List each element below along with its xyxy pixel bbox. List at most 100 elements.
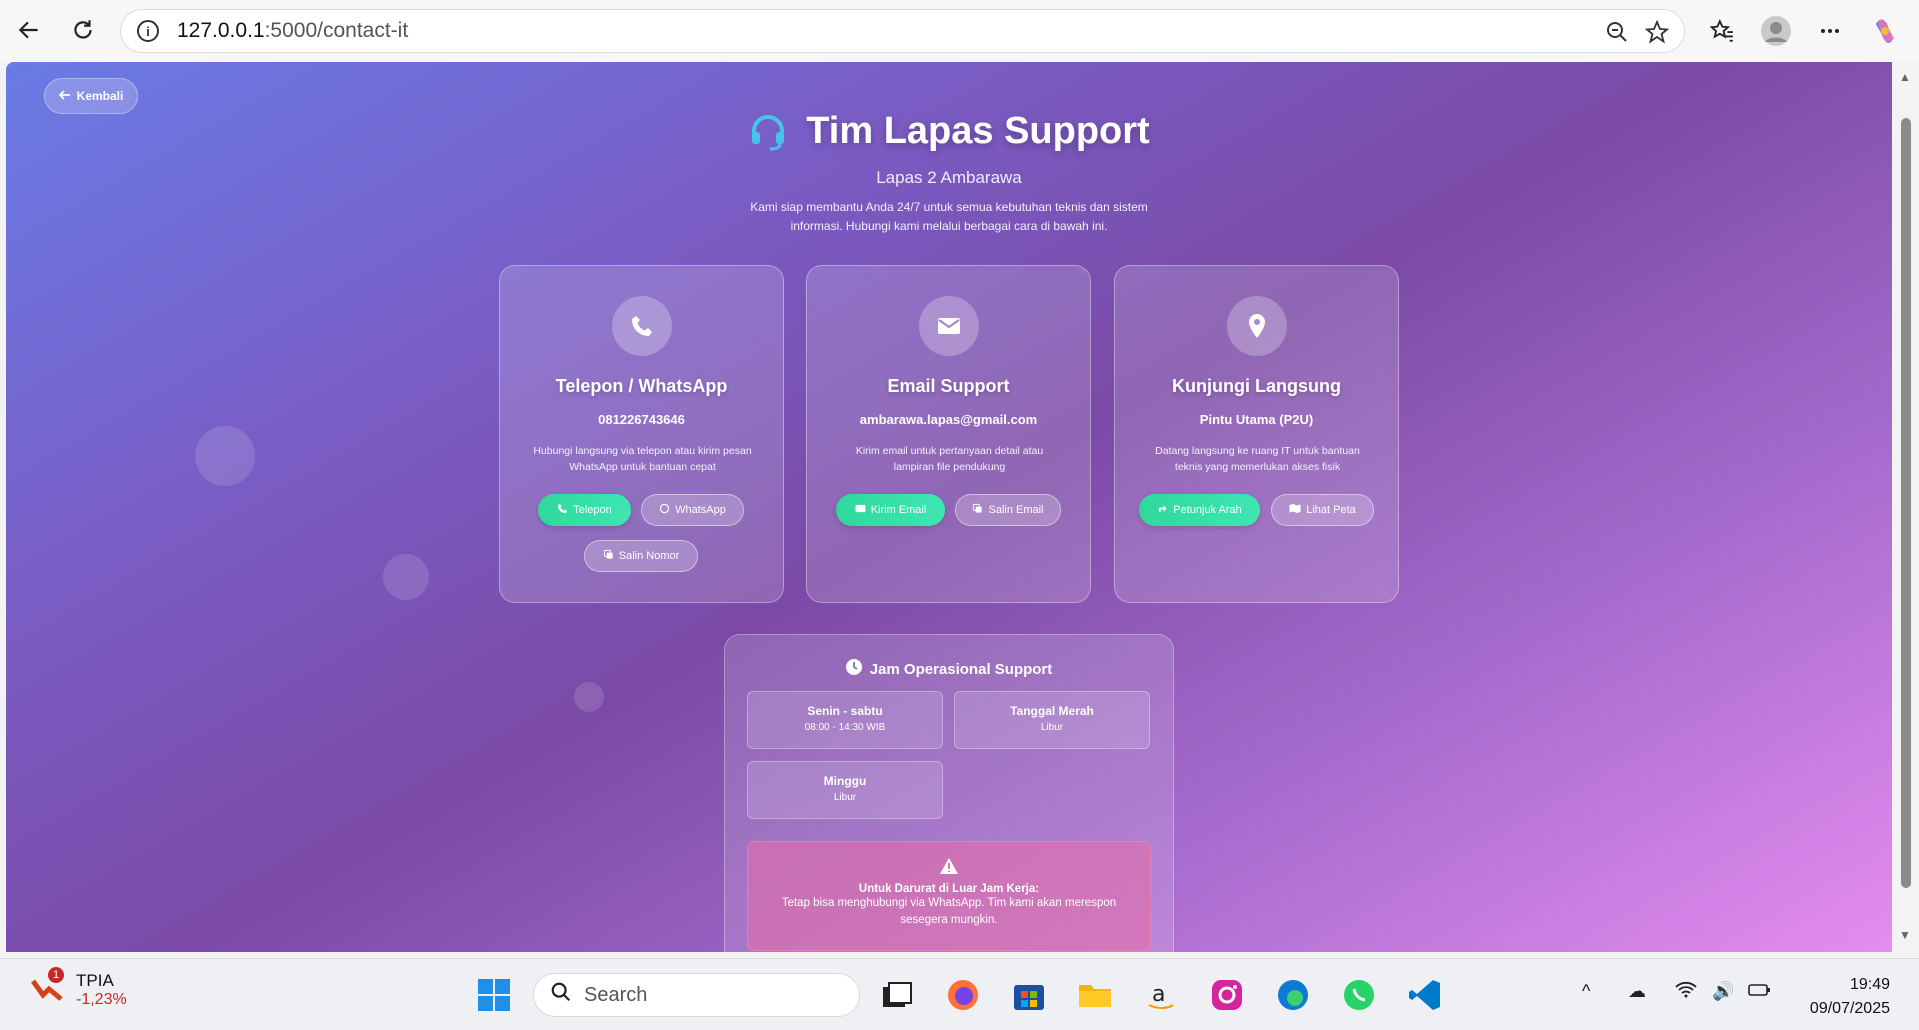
headset-icon: [748, 112, 788, 152]
hours-day: Tanggal Merah: [1010, 704, 1094, 718]
onedrive-icon[interactable]: ☁: [1628, 981, 1646, 1002]
card-title: Telepon / WhatsApp: [555, 376, 728, 396]
contact-card-visit: Kunjungi Langsung Pintu Utama (P2U) Data…: [1114, 265, 1399, 603]
page-scrollbar[interactable]: ▲ ▼: [1893, 62, 1919, 952]
decor-bubble: [574, 682, 604, 712]
hours-row: Minggu Libur: [747, 761, 943, 819]
view-map-button[interactable]: Lihat Peta: [1271, 494, 1374, 526]
zoom-out-icon[interactable]: [1605, 20, 1629, 44]
whatsapp-button[interactable]: WhatsApp: [641, 494, 744, 526]
page-header: Tim Lapas Support: [6, 110, 1892, 153]
wifi-icon[interactable]: [1675, 981, 1697, 1004]
map-icon: [1289, 503, 1301, 517]
copy-email-label: Salin Email: [988, 504, 1044, 516]
battery-icon[interactable]: [1748, 981, 1772, 1004]
copy-icon: [972, 503, 983, 517]
clock-date: 09/07/2025: [1809, 1000, 1890, 1017]
notification-badge: 1: [48, 967, 64, 983]
copy-email-button[interactable]: Salin Email: [955, 494, 1061, 526]
page-subtitle: Lapas 2 Ambarawa: [876, 168, 1022, 187]
directions-label: Petunjuk Arah: [1173, 504, 1242, 516]
url-text: 127.0.0.1:5000/contact-it: [177, 19, 409, 42]
back-arrow-icon[interactable]: [12, 13, 46, 47]
view-map-label: Lihat Peta: [1306, 504, 1356, 516]
send-email-label: Kirim Email: [870, 504, 927, 516]
site-info-icon[interactable]: i: [137, 20, 159, 42]
tray-overflow-icon[interactable]: ^: [1582, 981, 1590, 1002]
card-description: Datang langsung ke ruang IT untuk bantua…: [1155, 445, 1360, 473]
card-title: Email Support: [887, 376, 1010, 396]
edge-browser-icon[interactable]: [1275, 977, 1311, 1013]
hours-row: Tanggal Merah Libur: [954, 691, 1150, 749]
email-address: ambarawa.lapas@gmail.com: [859, 412, 1038, 427]
hours-day: Minggu: [823, 774, 867, 788]
amazon-icon[interactable]: a: [1143, 977, 1179, 1013]
back-button-label: Kembali: [76, 89, 124, 103]
favorite-star-icon[interactable]: [1644, 19, 1670, 44]
operating-hours-panel: Jam Operasional Support Senin - sabtu 08…: [724, 634, 1174, 952]
back-button[interactable]: Kembali: [44, 78, 138, 114]
stock-change: -1,23%: [76, 991, 127, 1008]
decor-bubble: [383, 554, 429, 600]
scroll-thumb[interactable]: [1901, 118, 1911, 888]
decor-bubble: [195, 426, 255, 486]
phone-icon: [557, 503, 568, 517]
browser-toolbar: i 127.0.0.1:5000/contact-it: [0, 0, 1919, 62]
taskbar-search-input[interactable]: Search: [533, 973, 860, 1017]
map-pin-icon: [1227, 296, 1287, 356]
firefox-icon[interactable]: [945, 977, 981, 1013]
stock-chart-icon: 1: [30, 967, 64, 1005]
directions-button[interactable]: Petunjuk Arah: [1139, 494, 1260, 526]
system-clock[interactable]: 19:49 09/07/2025: [1780, 973, 1890, 1021]
contact-card-phone: Telepon / WhatsApp 081226743646 Hubungi …: [499, 265, 784, 603]
envelope-icon: [919, 296, 979, 356]
vscode-icon[interactable]: [1407, 977, 1443, 1013]
hours-title: Jam Operasional Support: [725, 659, 1173, 679]
card-title: Kunjungi Langsung: [1172, 376, 1341, 396]
address-bar[interactable]: i 127.0.0.1:5000/contact-it: [120, 9, 1685, 53]
scroll-up-icon[interactable]: ▲: [1899, 70, 1911, 84]
more-options-icon[interactable]: [1813, 14, 1847, 48]
volume-icon[interactable]: 🔊: [1712, 981, 1734, 1002]
reload-icon[interactable]: [66, 13, 100, 47]
warning-icon: [748, 858, 1150, 879]
hours-time: Libur: [833, 792, 857, 803]
whatsapp-app-icon[interactable]: [1341, 977, 1377, 1013]
copilot-icon[interactable]: [1868, 14, 1902, 48]
page-viewport: Kembali Tim Lapas Support Lapas 2 Ambara…: [6, 62, 1892, 952]
whatsapp-icon: [659, 503, 670, 517]
emergency-text: Tetap bisa menghubungi via WhatsApp. Tim…: [781, 897, 1117, 926]
whatsapp-button-label: WhatsApp: [675, 504, 726, 516]
profile-avatar-icon[interactable]: [1759, 14, 1793, 48]
call-button[interactable]: Telepon: [538, 494, 631, 526]
windows-start-icon[interactable]: [476, 977, 512, 1013]
stock-name: TPIA: [76, 971, 114, 990]
page-title: Tim Lapas Support: [806, 110, 1150, 152]
clock-time: 19:49: [1849, 976, 1890, 993]
file-explorer-icon[interactable]: [1077, 977, 1113, 1013]
hours-time: Libur: [1040, 722, 1064, 733]
copy-number-button[interactable]: Salin Nomor: [584, 540, 698, 572]
hours-title-label: Jam Operasional Support: [869, 660, 1053, 678]
contact-card-email: Email Support ambarawa.lapas@gmail.com K…: [806, 265, 1091, 603]
windows-taskbar: 1 TPIA -1,23% Search a ^ ☁ 🔊 19:49 09/07…: [0, 958, 1919, 1030]
search-placeholder: Search: [584, 983, 648, 1006]
scroll-down-icon[interactable]: ▼: [1899, 928, 1911, 942]
hours-row: Senin - sabtu 08:00 - 14:30 WIB: [747, 691, 943, 749]
phone-icon: [612, 296, 672, 356]
send-email-button[interactable]: Kirim Email: [836, 494, 945, 526]
stock-widget[interactable]: 1 TPIA -1,23%: [30, 967, 127, 1009]
task-view-icon[interactable]: [879, 977, 915, 1013]
emergency-notice: Untuk Darurat di Luar Jam Kerja: Tetap b…: [747, 841, 1151, 951]
hours-day: Senin - sabtu: [807, 704, 883, 718]
location-name: Pintu Utama (P2U): [1199, 412, 1314, 427]
copy-icon: [603, 549, 614, 563]
search-icon: [550, 981, 572, 1009]
copy-number-label: Salin Nomor: [618, 550, 680, 562]
clock-icon: [845, 659, 862, 679]
instagram-icon[interactable]: [1209, 977, 1245, 1013]
arrow-left-icon: [58, 89, 71, 104]
favorites-icon[interactable]: [1705, 14, 1739, 48]
microsoft-store-icon[interactable]: [1011, 977, 1047, 1013]
envelope-icon: [855, 504, 866, 516]
